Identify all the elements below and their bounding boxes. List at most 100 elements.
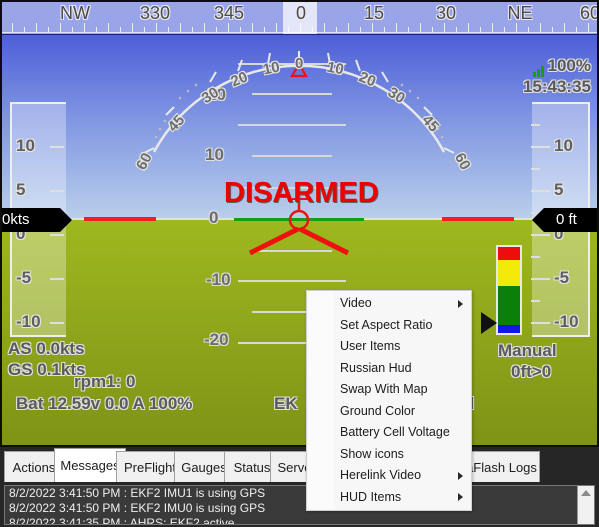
menu-item-label: Ground Color [340,403,416,418]
tab-label: Status [233,459,271,475]
pitch-bar [252,155,332,157]
pitch-label: 0 [209,208,219,227]
battery-bar-segment-red [498,247,520,260]
pitch-bar [238,280,346,282]
compass-label: 0 [295,3,307,23]
compass-ribbon: NW 330 345 0 15 30 NE 60 [2,2,597,35]
submenu-arrow-icon [458,493,463,502]
compass-tick [264,27,265,32]
compass-tick [468,23,469,32]
altitude-minor-tick [531,146,540,148]
compass-tick [420,23,421,32]
alt-target-text: 0ft>0 [511,362,552,381]
submenu-arrow-icon [458,299,463,308]
hud-context-menu[interactable]: Video Set Aspect Ratio User Items Russian H… [306,290,472,511]
menu-item-swap-with-map[interactable]: Swap With Map [307,379,471,401]
compass-tick [504,27,505,32]
menu-item-ground-color[interactable]: Ground Color [307,401,471,423]
compass-tick [360,27,361,32]
flight-mode-text: Manual [498,341,557,360]
message-row: 8/2/2022 3:41:35 PM : AHRS: EKF2 active [9,516,235,525]
pitch-label: -20 [204,330,229,349]
tab-bar[interactable]: Actions Messages PreFlight Gauges Status Serv… [0,447,599,482]
messages-lines: 8/2/2022 3:41:50 PM : EKF2 IMU1 is using… [5,486,594,525]
menu-item-show-icons[interactable]: Show icons [307,444,471,466]
altitude-minor-tick [531,234,540,236]
compass-tick [24,27,25,32]
compass-tick [72,27,73,32]
compass-tick [168,27,169,32]
compass-tick [384,27,385,32]
roll-scale-label: 0 [295,55,304,72]
message-row: 8/2/2022 3:41:50 PM : EKF2 IMU0 is using… [9,501,266,515]
hud-panel[interactable]: NW 330 345 0 15 30 NE 60 [0,0,599,447]
compass-label: 60 [579,3,597,23]
airspeed-text: AS 0.0kts [8,339,85,358]
airspeed-tick-label: 10 [16,136,35,155]
scroll-up-arrow-icon[interactable] [581,490,591,496]
compass-label: NW [60,3,90,23]
ekf-text: EK [274,394,298,413]
compass-tick [456,27,457,32]
compass-tick [348,23,349,32]
compass-label: 345 [213,3,245,23]
compass-tick [576,27,577,32]
compass-label: 30 [435,3,457,23]
compass-tick [480,27,481,32]
submenu-arrow-icon [458,471,463,480]
menu-item-battery-cell-voltage[interactable]: Battery Cell Voltage [307,422,471,444]
menu-item-russian-hud[interactable]: Russian Hud [307,358,471,380]
compass-tick [216,27,217,32]
rpm-text: rpm1: 0 [74,372,136,391]
menu-item-label: User Items [340,339,401,353]
tab-label: Actions [12,459,56,475]
altitude-minor-tick [531,190,540,192]
airspeed-tick [50,322,64,324]
altitude-minor-tick [531,322,540,324]
pitch-label: -10 [206,270,231,289]
altitude-minor-tick [531,168,540,170]
tab-aflash-logs[interactable]: aFlash Logs [463,451,540,482]
compass-label: NE [507,3,533,23]
messages-scrollbar[interactable] [577,486,594,524]
compass-tick [252,23,253,32]
hud-viewport[interactable]: NW 330 345 0 15 30 NE 60 [2,2,597,445]
compass-tick [84,23,85,32]
pitch-bar [252,93,332,95]
menu-item-herelink-video[interactable]: Herelink Video [307,465,471,487]
compass-tick [132,23,133,32]
altitude-minor-tick [531,278,540,280]
hud-status-corner: 100% 15:43:35 [523,56,591,97]
menu-item-hud-items[interactable]: HUD Items [307,487,471,509]
compass-tick [408,27,409,32]
compass-tick [36,23,37,32]
tab-label: PreFlight [123,459,177,475]
pitch-label: 10 [205,145,224,164]
context-menu-items[interactable]: Video Set Aspect Ratio User Items Russian H… [307,293,471,508]
compass-tick [540,23,541,32]
menu-item-user-items[interactable]: User Items [307,336,471,358]
airspeed-tick [50,234,64,236]
battery-bar-segment-green [498,286,520,325]
compass-tick [120,27,121,32]
signal-bars-icon [532,57,545,77]
compass-tick [396,23,397,32]
pitch-bar [238,124,346,126]
compass-tick [444,23,445,32]
compass-tick [180,23,181,32]
menu-item-set-aspect-ratio[interactable]: Set Aspect Ratio [307,315,471,337]
compass-tick [324,23,325,32]
horizon-marker-right [442,217,514,221]
pitch-bar [252,250,332,252]
messages-list[interactable]: 8/2/2022 3:41:50 PM : EKF2 IMU1 is using… [4,485,595,525]
menu-item-label: Battery Cell Voltage [340,425,450,439]
altitude-minor-tick [531,124,540,126]
tab-label: Gauges [181,459,227,475]
battery-level-bar [496,245,522,335]
battery-bar-segment-blue [498,325,520,333]
compass-tick [552,27,553,32]
bottom-panel: Actions Messages PreFlight Gauges Status Serv… [0,447,599,527]
compass-tick [192,27,193,32]
menu-item-video[interactable]: Video [307,293,471,315]
horizon-center-green [234,218,364,221]
